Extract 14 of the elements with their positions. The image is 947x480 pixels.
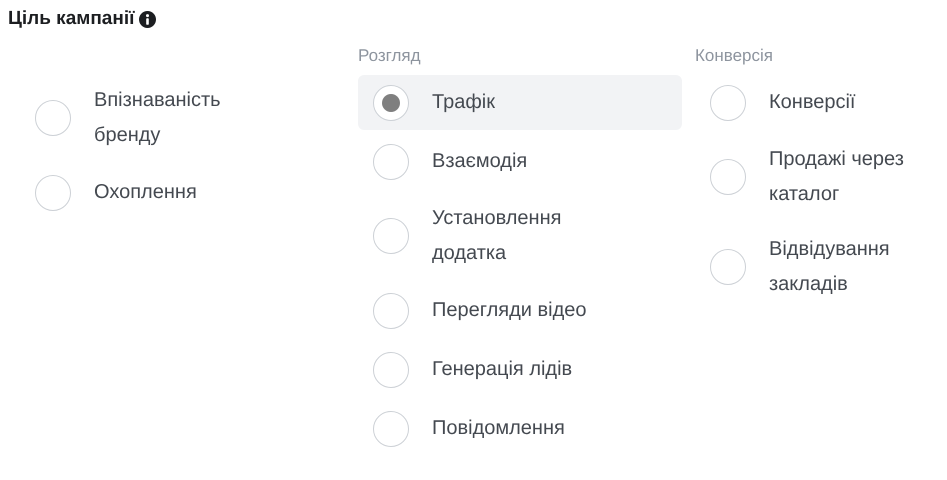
column-heading: Конверсія (695, 46, 773, 65)
radio-option[interactable]: Установлення додатка (358, 193, 682, 279)
radio-option[interactable]: Продажі через каталог (695, 134, 947, 220)
radio-option[interactable]: Повідомлення (358, 401, 682, 456)
radio-option[interactable]: Впізнаваність бренду (20, 75, 344, 161)
radio-option[interactable]: Охоплення (20, 165, 344, 220)
column-heading: Розгляд (358, 46, 421, 65)
radio-option[interactable]: Перегляди відео (358, 283, 682, 338)
radio-option[interactable]: Генерація лідів (358, 342, 682, 397)
radio-option[interactable]: Взаємодія (358, 134, 682, 189)
section-title: Ціль кампанії (8, 8, 134, 30)
radio-option[interactable]: Трафік (358, 75, 682, 130)
radio-option[interactable]: Відвідування закладів (695, 224, 947, 310)
radio-option[interactable]: Конверсії (695, 75, 947, 130)
